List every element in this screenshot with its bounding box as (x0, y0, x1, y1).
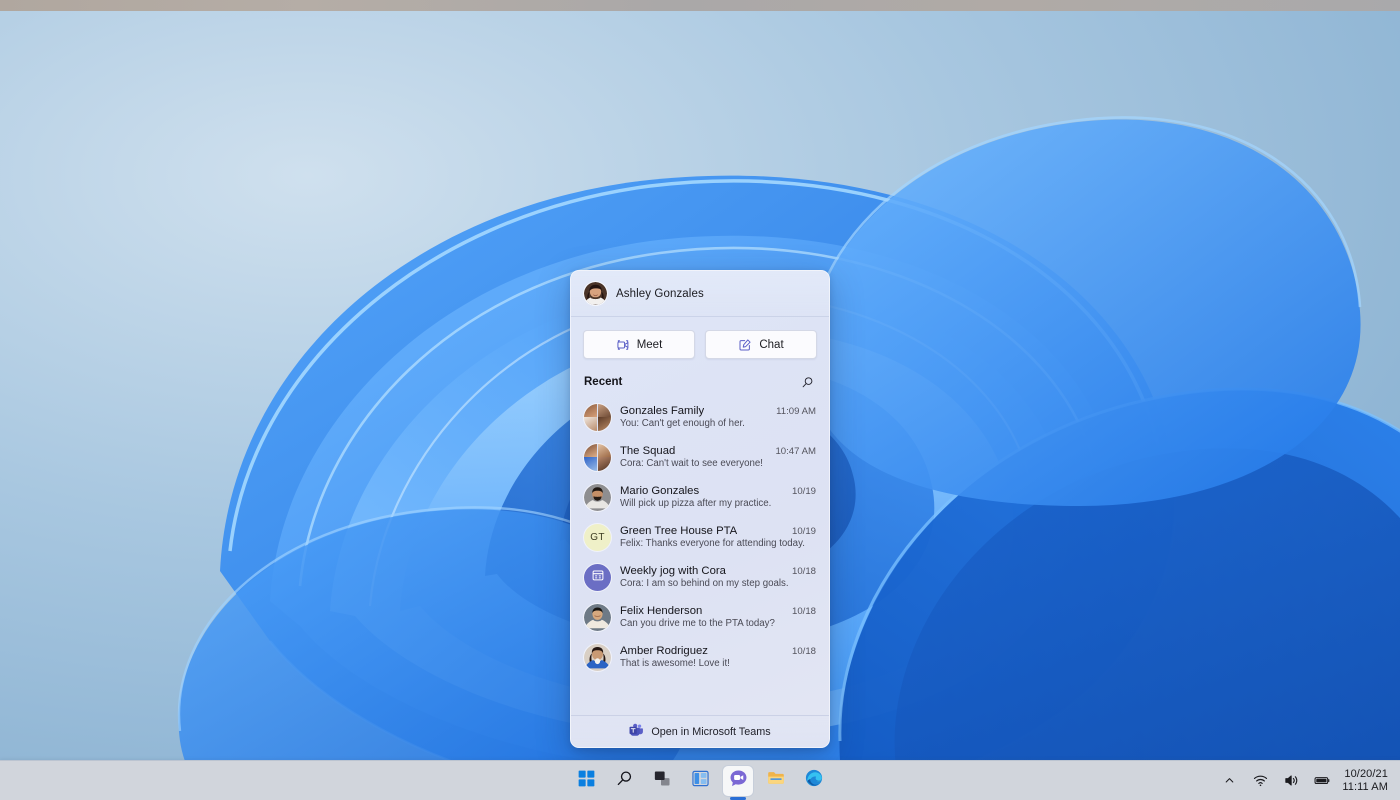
avatar[interactable] (584, 282, 607, 305)
tray-time: 11:11 AM (1342, 780, 1388, 793)
chat-timestamp: 10/19 (791, 485, 816, 497)
wifi-icon[interactable] (1249, 770, 1271, 792)
open-in-teams-label: Open in Microsoft Teams (651, 725, 771, 738)
avatar (584, 403, 611, 431)
search-icon (616, 770, 633, 792)
list-item[interactable]: Felix Henderson 10/18 Can you drive me t… (571, 597, 829, 637)
list-item[interactable]: Gonzales Family 11:09 AM You: Can't get … (571, 397, 829, 437)
chat-flyout-panel[interactable]: Ashley Gonzales Meet Chat Recent Gonzale… (570, 270, 830, 748)
chat-timestamp: 10/18 (791, 645, 816, 657)
list-item[interactable]: Amber Rodriguez 10/18 That is awesome! L… (571, 637, 829, 677)
speaker-icon[interactable] (1280, 770, 1302, 792)
chat-preview: You: Can't get enough of her. (620, 418, 745, 430)
recent-label: Recent (584, 376, 623, 388)
chat-timestamp: 10:47 AM (775, 445, 816, 457)
chat-title: Mario Gonzales (620, 484, 700, 497)
file-explorer-button[interactable] (761, 766, 791, 796)
open-in-teams-button[interactable]: Open in Microsoft Teams (571, 715, 829, 747)
recent-section-header: Recent (571, 370, 829, 397)
avatar (584, 483, 611, 511)
flyout-action-row: Meet Chat (571, 317, 829, 370)
flyout-user-name: Ashley Gonzales (616, 287, 704, 300)
chat-button-label: Chat (759, 338, 784, 351)
list-item[interactable]: Mario Gonzales 10/19 Will pick up pizza … (571, 477, 829, 517)
folder-icon (767, 769, 785, 792)
tray-date: 10/20/21 (1344, 767, 1388, 780)
meet-button-label: Meet (636, 338, 663, 351)
screen-top-bezel-strip (0, 0, 1400, 11)
chat-timestamp: 10/18 (791, 565, 816, 577)
chat-preview: That is awesome! Love it! (620, 658, 730, 670)
task-view-button[interactable] (647, 766, 677, 796)
microsoft-teams-icon (629, 723, 644, 740)
teams-chat-icon (729, 769, 748, 793)
chat-timestamp: 10/19 (791, 525, 816, 537)
meet-button[interactable]: Meet (583, 330, 695, 359)
edge-button[interactable] (799, 766, 829, 796)
video-camera-icon (616, 338, 630, 352)
avatar (584, 643, 611, 671)
avatar (584, 443, 611, 471)
chat-preview: Can you drive me to the PTA today? (620, 618, 775, 630)
desktop-screen: Ashley Gonzales Meet Chat Recent Gonzale… (0, 0, 1400, 800)
widgets-icon (691, 770, 709, 792)
list-item[interactable]: The Squad 10:47 AM Cora: Can't wait to s… (571, 437, 829, 477)
chat-timestamp: 11:09 AM (776, 405, 816, 417)
chat-taskbar-button[interactable] (723, 765, 753, 796)
search-icon[interactable] (798, 373, 816, 391)
compose-message-icon (738, 338, 752, 352)
avatar: GT (584, 523, 611, 551)
chat-preview: Felix: Thanks everyone for attending tod… (620, 538, 805, 550)
avatar-initials: GT (590, 531, 605, 543)
taskbar[interactable]: 10/20/21 11:11 AM (0, 760, 1400, 800)
system-tray: 10/20/21 11:11 AM (1218, 761, 1392, 800)
task-view-icon (654, 770, 671, 792)
avatar (584, 603, 611, 631)
taskbar-button-group (571, 761, 829, 800)
windows-logo-icon (578, 770, 595, 792)
start-button[interactable] (571, 766, 601, 796)
chat-preview: Cora: I am so behind on my step goals. (620, 578, 789, 590)
flyout-header[interactable]: Ashley Gonzales (571, 271, 829, 317)
chat-preview: Will pick up pizza after my practice. (620, 498, 772, 510)
chat-title: Gonzales Family (620, 404, 705, 417)
battery-icon[interactable] (1311, 770, 1333, 792)
chat-timestamp: 10/18 (791, 605, 816, 617)
chat-title: Green Tree House PTA (620, 524, 738, 537)
chevron-up-icon[interactable] (1218, 770, 1240, 792)
chat-title: Amber Rodriguez (620, 644, 708, 657)
chat-title: The Squad (620, 444, 676, 457)
list-item[interactable]: GT Green Tree House PTA 10/19 Felix: Tha… (571, 517, 829, 557)
chat-title: Felix Henderson (620, 604, 703, 617)
chat-preview: Cora: Can't wait to see everyone! (620, 458, 763, 470)
widgets-button[interactable] (685, 766, 715, 796)
chat-title: Weekly jog with Cora (620, 564, 726, 577)
clock[interactable]: 10/20/21 11:11 AM (1342, 768, 1392, 794)
avatar (584, 563, 611, 591)
edge-browser-icon (805, 769, 823, 792)
chat-button[interactable]: Chat (705, 330, 817, 359)
recent-chat-list[interactable]: Gonzales Family 11:09 AM You: Can't get … (571, 397, 829, 715)
search-button[interactable] (609, 766, 639, 796)
list-item[interactable]: Weekly jog with Cora 10/18 Cora: I am so… (571, 557, 829, 597)
calendar-icon (591, 568, 605, 587)
